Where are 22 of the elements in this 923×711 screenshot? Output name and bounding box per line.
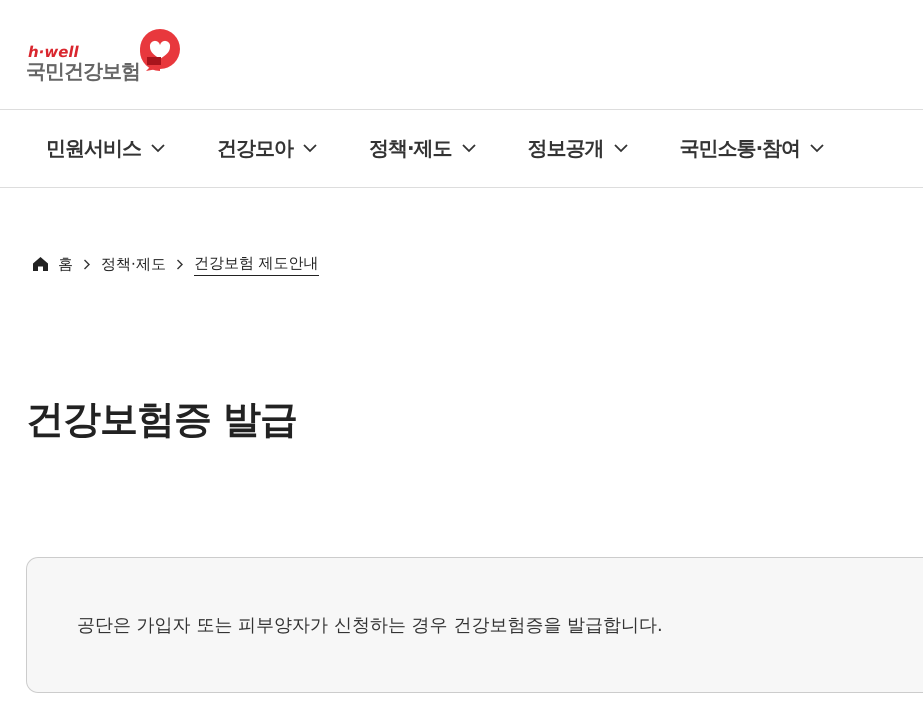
logo[interactable]: h·well 국민건강보험 [26, 29, 182, 82]
breadcrumb-link[interactable]: 건강보험 제도안내 [194, 252, 319, 276]
breadcrumb-link[interactable]: 홈 [58, 252, 73, 276]
logo-tagline: h·well [27, 45, 80, 60]
breadcrumb-link[interactable]: 정책·제도 [101, 252, 166, 276]
chevron-right-icon [83, 258, 91, 270]
home-icon [33, 257, 48, 271]
chevron-right-icon [176, 258, 184, 270]
page-title: 건강보험증 발급 [26, 396, 298, 443]
chevron-down-icon [810, 144, 824, 153]
heart-logo-icon [138, 29, 182, 73]
notice-text: 공단은 가입자 또는 피부양자가 신청하는 경우 건강보험증을 발급합니다. [77, 614, 663, 637]
logo-name: 국민건강보험 [26, 60, 140, 82]
nav-menu-item[interactable]: 건강모아 [205, 129, 329, 168]
chevron-down-icon [303, 144, 317, 153]
nav-menu-item[interactable]: 국민소통·참여 [668, 129, 836, 168]
nav-menu-item[interactable]: 정책·제도 [357, 129, 488, 168]
chevron-down-icon [151, 144, 165, 153]
chevron-down-icon [462, 144, 476, 153]
chevron-down-icon [614, 144, 628, 153]
nav-menu-item[interactable]: 민원서비스 [34, 129, 177, 168]
nav-menu-item[interactable]: 정보공개 [516, 129, 640, 168]
